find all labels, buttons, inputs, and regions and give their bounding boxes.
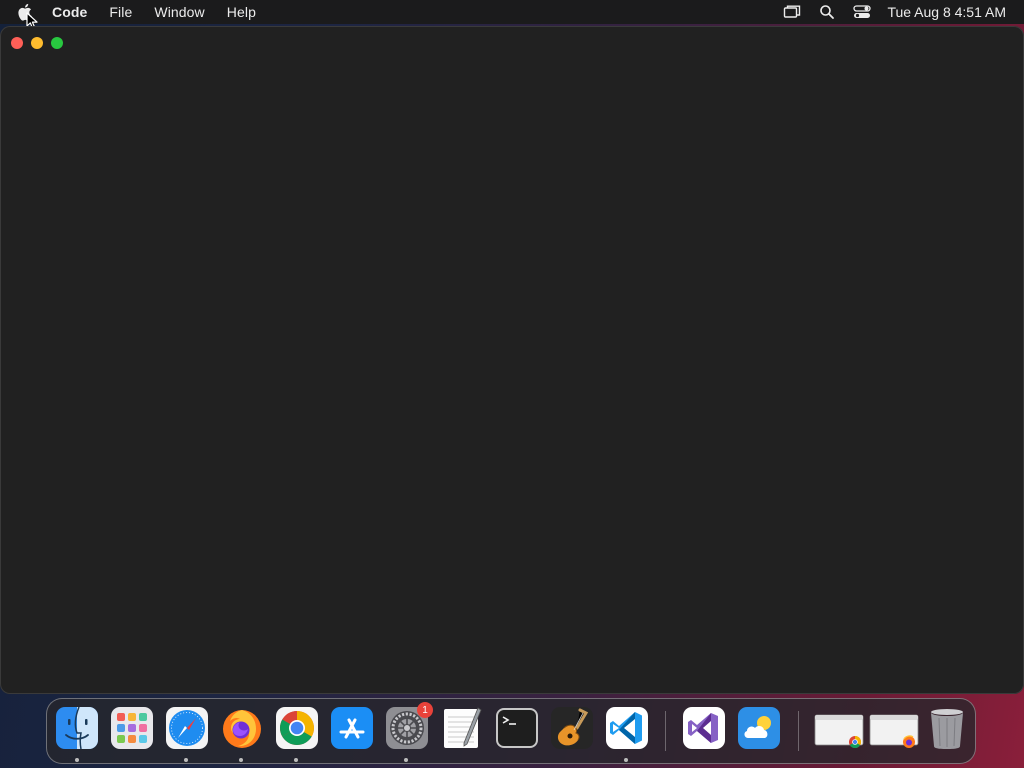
running-indicator (294, 758, 298, 762)
dock-item-terminal[interactable] (495, 706, 539, 750)
trash-icon (931, 709, 963, 749)
textedit-icon (444, 707, 482, 748)
running-indicator (624, 758, 628, 762)
garageband-icon (551, 707, 593, 749)
safari-icon (166, 707, 208, 749)
dock-minimized-chrome-window[interactable] (814, 706, 864, 750)
running-indicator (404, 758, 408, 762)
window-minimize-button[interactable] (31, 37, 43, 49)
window-zoom-button[interactable] (51, 37, 63, 49)
dock-minimized-firefox-window[interactable] (869, 706, 919, 750)
spotlight-search-icon[interactable] (819, 4, 835, 20)
firefox-icon (223, 710, 261, 748)
running-indicator (75, 758, 79, 762)
running-indicator (239, 758, 243, 762)
app-menu-code[interactable]: Code (52, 4, 87, 20)
menu-window[interactable]: Window (154, 4, 204, 20)
menu-bar: Code File Window Help Tue Aug 8 4:51 AM (0, 0, 1024, 24)
screen-mirroring-icon[interactable] (783, 4, 801, 20)
dock-item-trash[interactable] (925, 706, 969, 750)
dock-item-system-settings[interactable]: 1 (385, 702, 433, 750)
dock: 1 (46, 698, 976, 764)
menu-bar-clock[interactable]: Tue Aug 8 4:51 AM (887, 4, 1006, 20)
dock-item-garageband[interactable] (550, 706, 594, 750)
dock-item-vscode[interactable] (605, 706, 649, 750)
menu-file[interactable]: File (109, 4, 132, 20)
weather-icon (738, 707, 780, 749)
control-center-icon[interactable] (853, 4, 872, 20)
menu-help[interactable]: Help (227, 4, 256, 20)
launchpad-icon (111, 707, 153, 749)
code-window (0, 26, 1024, 694)
dock-item-weather[interactable] (737, 706, 781, 750)
notification-badge: 1 (417, 702, 433, 718)
dock-separator (665, 711, 666, 751)
dock-item-safari[interactable] (165, 706, 209, 750)
window-close-button[interactable] (11, 37, 23, 49)
dock-item-finder[interactable] (55, 706, 99, 750)
chrome-icon (276, 707, 318, 749)
firefox-window-thumbnail (869, 714, 919, 748)
dock-item-chrome[interactable] (275, 706, 319, 750)
chrome-window-thumbnail (814, 714, 864, 749)
dock-item-app-store[interactable] (330, 706, 374, 750)
dock-separator (798, 711, 799, 751)
terminal-icon (496, 708, 538, 748)
vscode-icon (606, 707, 648, 749)
finder-icon (56, 706, 98, 750)
app-store-icon (331, 707, 373, 749)
dock-item-visual-studio[interactable] (682, 706, 726, 750)
dock-item-launchpad[interactable] (110, 706, 154, 750)
dock-item-textedit[interactable] (440, 706, 484, 750)
dock-item-firefox[interactable] (220, 706, 264, 750)
running-indicator (184, 758, 188, 762)
visual-studio-icon (683, 707, 725, 749)
